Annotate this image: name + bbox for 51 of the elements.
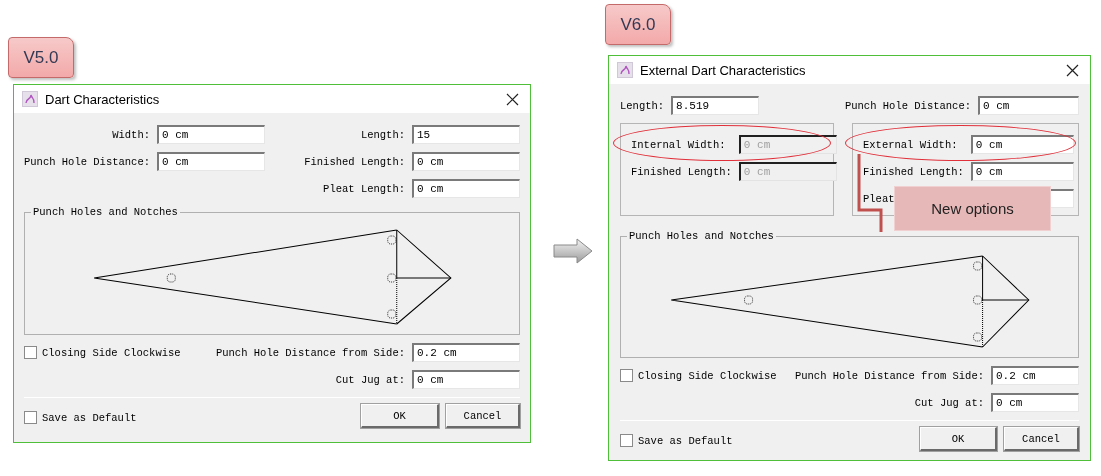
window-title: Dart Characteristics — [45, 91, 161, 107]
field-label: Finished Length: — [304, 155, 405, 168]
group-title: Punch Holes and Notches — [32, 206, 179, 218]
input-field[interactable]: 0.2 cm — [412, 343, 520, 362]
field-label: Width: — [112, 128, 151, 141]
checkbox[interactable] — [620, 369, 633, 382]
field-label: Punch Hole Distance: — [24, 155, 151, 168]
ok-button[interactable]: OK — [920, 427, 997, 451]
field-label: Punch Hole Distance: — [844, 99, 971, 112]
input-field[interactable]: 0 cm — [412, 152, 520, 171]
input-field[interactable]: 0.2 cm — [991, 366, 1079, 385]
field-label: Punch Hole Distance from Side: — [215, 346, 405, 359]
input-field[interactable]: 0 cm — [157, 152, 266, 171]
field-label: Length: — [620, 99, 665, 112]
version-label: V6.0 — [605, 4, 671, 45]
field-label: Punch Hole Distance from Side: — [794, 369, 984, 382]
input-field[interactable]: 0 cm — [970, 162, 1074, 181]
cancel-button[interactable]: Cancel — [446, 404, 520, 428]
field-label: Finished Length: — [631, 165, 732, 178]
callout-tooltip: New options — [894, 186, 1051, 231]
checkbox[interactable] — [620, 434, 633, 447]
version-label: V5.0 — [8, 37, 74, 78]
field-label: Cut Jug at: — [335, 373, 405, 386]
ok-button[interactable]: OK — [361, 404, 439, 428]
app-icon — [617, 62, 633, 78]
input-field[interactable]: 8.519 — [671, 96, 760, 115]
group-title: Punch Holes and Notches — [628, 230, 775, 242]
input-field[interactable]: 0 cm — [157, 125, 266, 144]
field-label: External Width: — [863, 138, 958, 151]
checkbox-label: Save as Default — [42, 411, 137, 424]
input-field[interactable]: 0 cm — [978, 96, 1079, 115]
field-label: Finished Length: — [863, 165, 964, 178]
field-label: Pleat Length: — [323, 182, 405, 195]
checkbox[interactable] — [24, 346, 37, 359]
input-field[interactable]: 0 cm — [970, 135, 1074, 154]
input-field[interactable]: 0 cm — [991, 393, 1079, 412]
cancel-button[interactable]: Cancel — [1004, 427, 1079, 451]
window-title: External Dart Characteristics — [640, 62, 807, 78]
field-label: Length: — [360, 128, 405, 141]
arrow-icon — [553, 238, 593, 264]
checkbox-label: Save as Default — [638, 434, 733, 447]
input-field[interactable]: 0 cm — [412, 370, 520, 389]
field-label: Pleat — [863, 192, 895, 205]
input-field[interactable]: 15 — [412, 125, 520, 144]
field-label: Cut Jug at: — [914, 396, 984, 409]
checkbox-label: Closing Side Clockwise — [638, 369, 777, 382]
checkbox[interactable] — [24, 411, 37, 424]
field-label: Internal Width: — [631, 138, 726, 151]
input-field[interactable]: 0 cm — [412, 179, 520, 198]
checkbox-label: Closing Side Clockwise — [42, 346, 181, 359]
app-icon — [22, 91, 38, 107]
